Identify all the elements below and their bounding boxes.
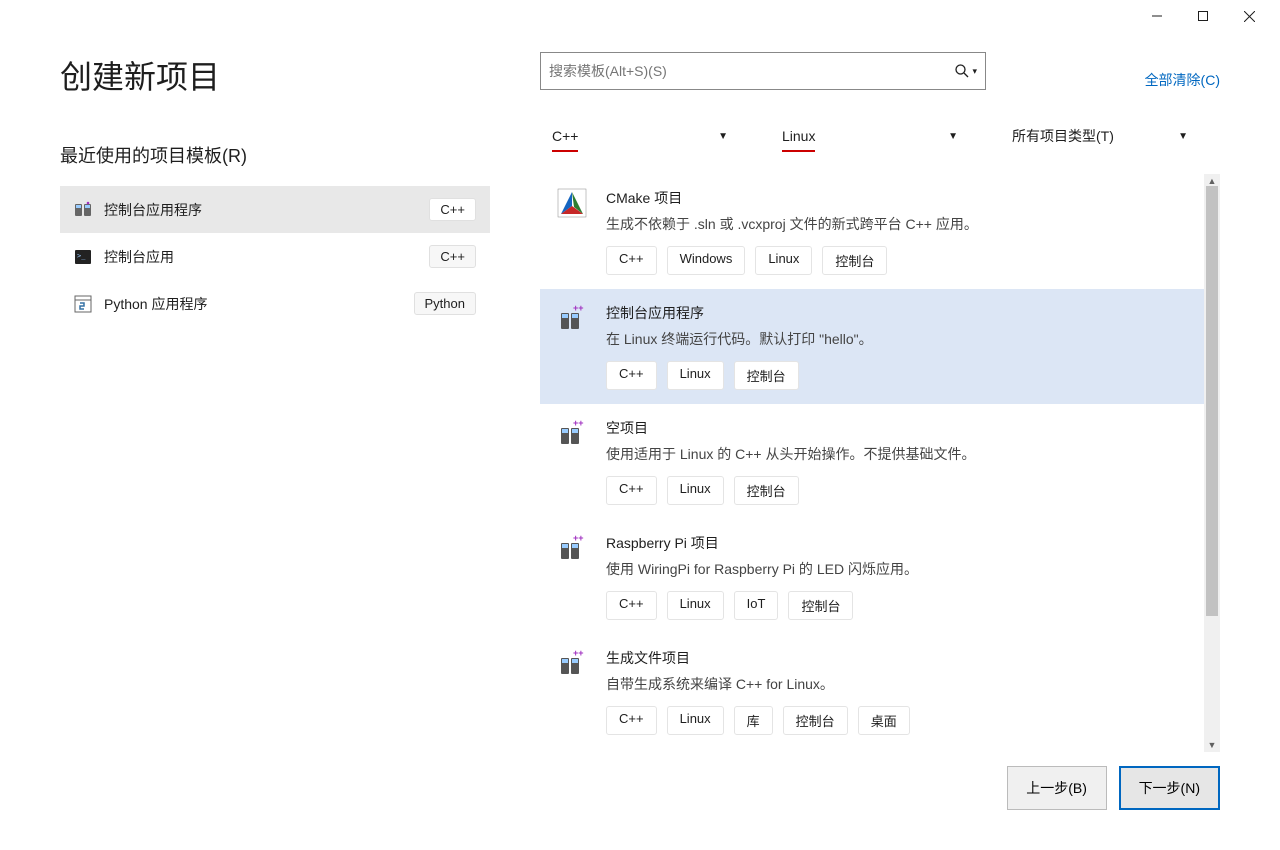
template-item[interactable]: ++ Raspberry Pi 项目使用 WiringPi for Raspber…	[540, 519, 1204, 634]
tag: Linux	[667, 476, 724, 505]
project-type-filter[interactable]: 所有项目类型(T) ▼	[1000, 118, 1200, 154]
cpp-console-icon: ++	[556, 303, 588, 335]
search-input[interactable]	[549, 63, 955, 79]
template-scrollbar[interactable]: ▲ ▼	[1204, 174, 1220, 752]
recent-item[interactable]: Python 应用程序 Python	[60, 280, 490, 327]
tag: 控制台	[783, 706, 848, 735]
scroll-thumb[interactable]	[1206, 186, 1218, 616]
cpp-console-icon: ++	[556, 533, 588, 565]
template-tags: C++ Linux 库控制台桌面	[606, 706, 1188, 735]
language-badge: Python	[414, 292, 476, 315]
python-app-icon	[74, 295, 92, 313]
tag: C++	[606, 361, 657, 390]
tag: Linux	[667, 361, 724, 390]
page-title: 创建新项目	[60, 52, 490, 98]
template-tags: C++ Linux IoT 控制台	[606, 591, 1188, 620]
recent-templates-list: 控制台应用程序 C++ >_ 控制台应用 C++ Python 应用程序 Python	[60, 186, 490, 327]
close-button[interactable]	[1226, 1, 1272, 31]
template-title: Raspberry Pi 项目	[606, 533, 1188, 553]
svg-text:>_: >_	[77, 252, 86, 260]
template-item[interactable]: ++ 空项目使用适用于 Linux 的 C++ 从头开始操作。不提供基础文件。 C+…	[540, 404, 1204, 519]
tag: IoT	[734, 591, 779, 620]
template-item[interactable]: ++ 控制台应用程序在 Linux 终端运行代码。默认打印 "hello"。 C++…	[540, 289, 1204, 404]
filter-row: C++ ▼ Linux ▼ 所有项目类型(T) ▼	[540, 118, 1220, 154]
svg-text:++: ++	[573, 533, 584, 543]
scroll-down-icon[interactable]: ▼	[1204, 738, 1220, 752]
svg-text:++: ++	[573, 648, 584, 658]
template-description: 自带生成系统来编译 C++ for Linux。	[606, 674, 1188, 694]
language-filter-label: C++	[552, 128, 578, 144]
tag: C++	[606, 246, 657, 275]
chevron-down-icon: ▾	[972, 66, 977, 77]
search-box[interactable]: ▾	[540, 52, 986, 90]
chevron-down-icon: ▼	[948, 131, 958, 142]
cpp-console-icon: ++	[556, 648, 588, 680]
template-description: 生成不依赖于 .sln 或 .vcxproj 文件的新式跨平台 C++ 应用。	[606, 214, 1188, 234]
chevron-down-icon: ▼	[718, 131, 728, 142]
recent-item[interactable]: >_ 控制台应用 C++	[60, 233, 490, 280]
tag: 桌面	[858, 706, 910, 735]
cmake-icon	[556, 188, 588, 220]
language-badge: C++	[429, 198, 476, 221]
tag: 库	[734, 706, 773, 735]
tag: 控制台	[788, 591, 853, 620]
svg-text:++: ++	[573, 418, 584, 428]
tag: 控制台	[734, 361, 799, 390]
next-button[interactable]: 下一步(N)	[1119, 766, 1220, 810]
tag: 控制台	[822, 246, 887, 275]
cpp-console-icon: ++	[556, 418, 588, 450]
template-title: 生成文件项目	[606, 648, 1188, 668]
recent-section-title: 最近使用的项目模板(R)	[60, 142, 490, 168]
template-title: 控制台应用程序	[606, 303, 1188, 323]
recent-item-label: 控制台应用	[104, 247, 174, 267]
project-type-filter-label: 所有项目类型(T)	[1012, 126, 1114, 146]
tag: Linux	[667, 706, 724, 735]
platform-filter[interactable]: Linux ▼	[770, 118, 970, 154]
template-description: 使用 WiringPi for Raspberry Pi 的 LED 闪烁应用。	[606, 559, 1188, 579]
template-description: 使用适用于 Linux 的 C++ 从头开始操作。不提供基础文件。	[606, 444, 1188, 464]
back-button[interactable]: 上一步(B)	[1007, 766, 1107, 810]
language-badge: C++	[429, 245, 476, 268]
template-list: CMake 项目生成不依赖于 .sln 或 .vcxproj 文件的新式跨平台 …	[540, 174, 1204, 752]
tag: Windows	[667, 246, 746, 275]
tag: 控制台	[734, 476, 799, 505]
minimize-button[interactable]	[1134, 1, 1180, 31]
recent-item-label: Python 应用程序	[104, 294, 207, 314]
template-tags: C++ Windows Linux 控制台	[606, 246, 1188, 275]
window-titlebar	[0, 0, 1280, 32]
template-title: CMake 项目	[606, 188, 1188, 208]
console-app-icon	[74, 201, 92, 219]
recent-item[interactable]: 控制台应用程序 C++	[60, 186, 490, 233]
platform-filter-label: Linux	[782, 128, 815, 144]
tag: Linux	[755, 246, 812, 275]
template-tags: C++ Linux 控制台	[606, 361, 1188, 390]
template-title: 空项目	[606, 418, 1188, 438]
maximize-button[interactable]	[1180, 1, 1226, 31]
template-item[interactable]: ++ 生成文件项目自带生成系统来编译 C++ for Linux。 C++ Linux…	[540, 634, 1204, 749]
template-item[interactable]: CMake 项目生成不依赖于 .sln 或 .vcxproj 文件的新式跨平台 …	[540, 174, 1204, 289]
tag: C++	[606, 706, 657, 735]
tag: C++	[606, 591, 657, 620]
recent-item-label: 控制台应用程序	[104, 200, 202, 220]
tag: Linux	[667, 591, 724, 620]
tag: C++	[606, 476, 657, 505]
language-filter[interactable]: C++ ▼	[540, 118, 740, 154]
footer-buttons: 上一步(B) 下一步(N)	[1007, 766, 1220, 810]
search-icon[interactable]: ▾	[955, 64, 977, 78]
svg-text:++: ++	[573, 303, 584, 313]
clear-all-link[interactable]: 全部清除(C)	[1145, 70, 1220, 90]
template-tags: C++ Linux 控制台	[606, 476, 1188, 505]
console-icon: >_	[74, 248, 92, 266]
chevron-down-icon: ▼	[1178, 131, 1188, 142]
template-description: 在 Linux 终端运行代码。默认打印 "hello"。	[606, 329, 1188, 349]
